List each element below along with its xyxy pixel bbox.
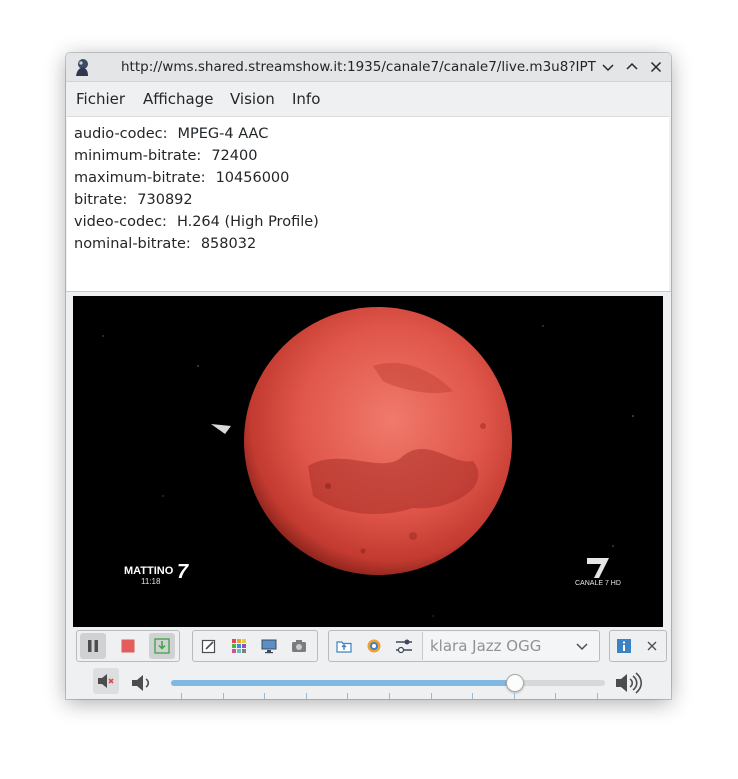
- app-icon: [72, 57, 92, 77]
- info-key: maximum-bitrate:: [74, 170, 206, 186]
- info-value: MPEG-4 AAC: [177, 126, 269, 142]
- camera-icon: [292, 640, 306, 652]
- stop-icon: [121, 639, 135, 653]
- info-key: audio-codec:: [74, 126, 168, 142]
- channel-logo: CANALE 7 HD: [575, 580, 621, 587]
- info-value: 10456000: [215, 170, 290, 186]
- volume-tick: [430, 693, 432, 699]
- volume-slider-handle[interactable]: [505, 674, 524, 692]
- volume-tick: [305, 693, 307, 699]
- show-logo-number: 7: [177, 561, 189, 583]
- close-icon[interactable]: [648, 59, 664, 75]
- menu-fichier[interactable]: Fichier: [76, 90, 125, 108]
- info-button[interactable]: [611, 633, 637, 659]
- close-icon: [647, 641, 657, 651]
- folder-upload-icon: [336, 641, 352, 653]
- volume-tick: [222, 693, 224, 699]
- menu-bar: Fichier Affichage Vision Info: [66, 82, 671, 116]
- info-line: minimum-bitrate: 72400: [74, 148, 257, 164]
- volume-tick: [389, 693, 390, 699]
- chevron-down-icon[interactable]: [600, 59, 616, 75]
- info-value: 858032: [200, 236, 257, 252]
- video-display[interactable]: MATTINO 7 11:18 CANALE 7 HD: [73, 296, 663, 627]
- close-panel-button[interactable]: [639, 633, 665, 659]
- volume-tick: [597, 693, 598, 699]
- record-button[interactable]: [149, 633, 175, 659]
- title-bar: http://wms.shared.streamshow.it:1935/can…: [66, 53, 671, 82]
- stream-select[interactable]: klara Jazz OGG: [422, 632, 599, 660]
- monitor-icon: [261, 639, 277, 654]
- info-line: nominal-bitrate: 858032: [74, 236, 256, 252]
- chevron-down-icon: [574, 638, 590, 658]
- info-group: [609, 630, 667, 662]
- pause-icon: [88, 640, 98, 652]
- info-key: bitrate:: [74, 192, 128, 208]
- pause-button[interactable]: [80, 633, 106, 659]
- video-frame: MATTINO 7 11:18 CANALE 7 HD: [73, 296, 663, 627]
- mute-button[interactable]: [93, 668, 119, 694]
- volume-slider[interactable]: [171, 674, 605, 692]
- browser-button[interactable]: [361, 633, 387, 659]
- window-title: http://wms.shared.streamshow.it:1935/can…: [121, 59, 596, 75]
- control-toolbar: klara Jazz OGG: [66, 629, 671, 663]
- info-value: 72400: [211, 148, 258, 164]
- volume-tick: [181, 693, 182, 699]
- show-logo: MATTINO: [124, 565, 174, 577]
- menu-vision[interactable]: Vision: [230, 90, 275, 108]
- color-grid-icon: [232, 639, 246, 653]
- info-key: minimum-bitrate:: [74, 148, 202, 164]
- view-group: [192, 630, 318, 662]
- menu-info[interactable]: Info: [292, 90, 320, 108]
- info-line: maximum-bitrate: 10456000: [74, 170, 289, 186]
- volume-tick: [513, 693, 515, 699]
- volume-tick: [347, 693, 349, 699]
- stream-select-value: klara Jazz OGG: [430, 637, 542, 655]
- stop-button[interactable]: [115, 633, 141, 659]
- menu-affichage[interactable]: Affichage: [143, 90, 213, 108]
- sliders-icon: [396, 639, 412, 654]
- colors-button[interactable]: [226, 633, 252, 659]
- muted-speaker-icon: [98, 674, 114, 688]
- snapshot-button[interactable]: [286, 633, 312, 659]
- volume-high-icon: [614, 670, 644, 699]
- stream-info-panel: audio-codec: MPEG-4 AAC minimum-bitrate: 7…: [67, 116, 669, 292]
- volume-bar: [66, 665, 671, 699]
- browser-icon: [367, 639, 381, 653]
- info-value: H.264 (High Profile): [176, 214, 319, 230]
- player-window: http://wms.shared.streamshow.it:1935/can…: [66, 53, 671, 699]
- volume-tick: [472, 693, 474, 699]
- stream-group: klara Jazz OGG: [328, 630, 600, 662]
- info-line: bitrate: 730892: [74, 192, 193, 208]
- info-key: video-codec:: [74, 214, 167, 230]
- edit-icon: [201, 639, 216, 654]
- settings-button[interactable]: [391, 633, 417, 659]
- maximize-icon[interactable]: [624, 59, 640, 75]
- volume-low-icon: [130, 671, 154, 699]
- info-line: audio-codec: MPEG-4 AAC: [74, 126, 268, 142]
- volume-tick: [555, 693, 557, 699]
- show-time: 11:18: [141, 577, 161, 586]
- planet-mars: [244, 307, 512, 575]
- open-button[interactable]: [331, 633, 357, 659]
- fullscreen-button[interactable]: [256, 633, 282, 659]
- info-line: video-codec: H.264 (High Profile): [74, 214, 319, 230]
- playback-group: [76, 630, 180, 662]
- info-key: nominal-bitrate:: [74, 236, 191, 252]
- download-icon: [154, 638, 170, 654]
- edit-button[interactable]: [196, 633, 222, 659]
- info-value: 730892: [137, 192, 193, 208]
- volume-slider-fill: [171, 680, 514, 686]
- volume-tick: [264, 693, 266, 699]
- info-icon: [617, 639, 631, 653]
